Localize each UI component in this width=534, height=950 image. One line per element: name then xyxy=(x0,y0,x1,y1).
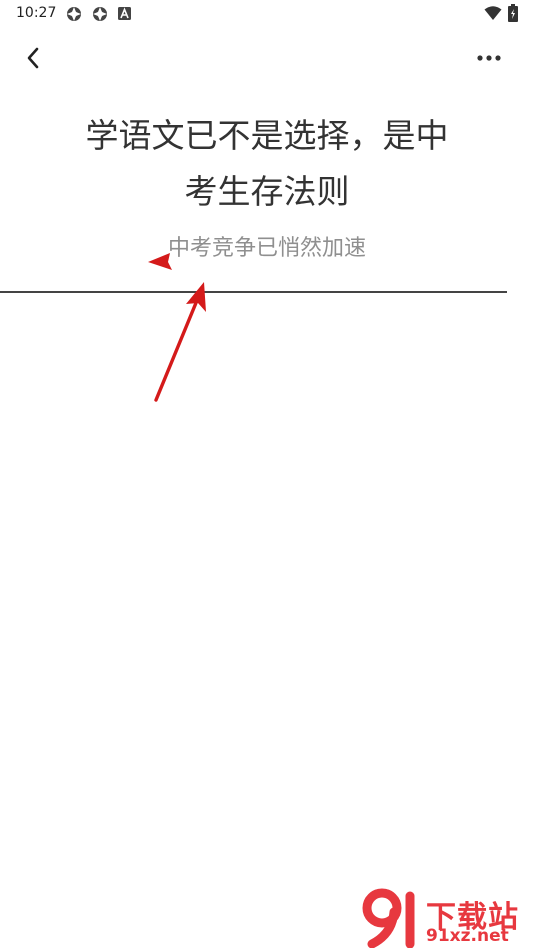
watermark-url: 91xz.net xyxy=(426,926,509,946)
article-subtitle: 中考竞争已悄然加速 xyxy=(167,236,366,261)
app-notification-icon xyxy=(93,7,107,21)
app-a-icon xyxy=(118,7,131,20)
app-notification-icon xyxy=(67,7,81,21)
watermark-logo xyxy=(362,888,415,948)
divider-line xyxy=(0,291,507,293)
article-title: 学语文已不是选择，是中 考生存法则 xyxy=(50,108,484,220)
back-icon[interactable] xyxy=(20,44,48,72)
wifi-icon xyxy=(484,6,502,20)
article-title-line2: 考生存法则 xyxy=(184,172,350,211)
status-time: 10:27 xyxy=(16,5,57,21)
article-title-line1: 学语文已不是选择，是中 xyxy=(85,116,449,155)
more-options-icon[interactable] xyxy=(474,46,504,70)
battery-icon xyxy=(508,4,518,22)
annotation-arrow-head xyxy=(186,282,206,312)
status-bar: 10:27 xyxy=(0,0,534,28)
watermark: 下载站 91xz.net xyxy=(362,888,532,948)
annotation-arrow-shaft xyxy=(154,296,200,402)
